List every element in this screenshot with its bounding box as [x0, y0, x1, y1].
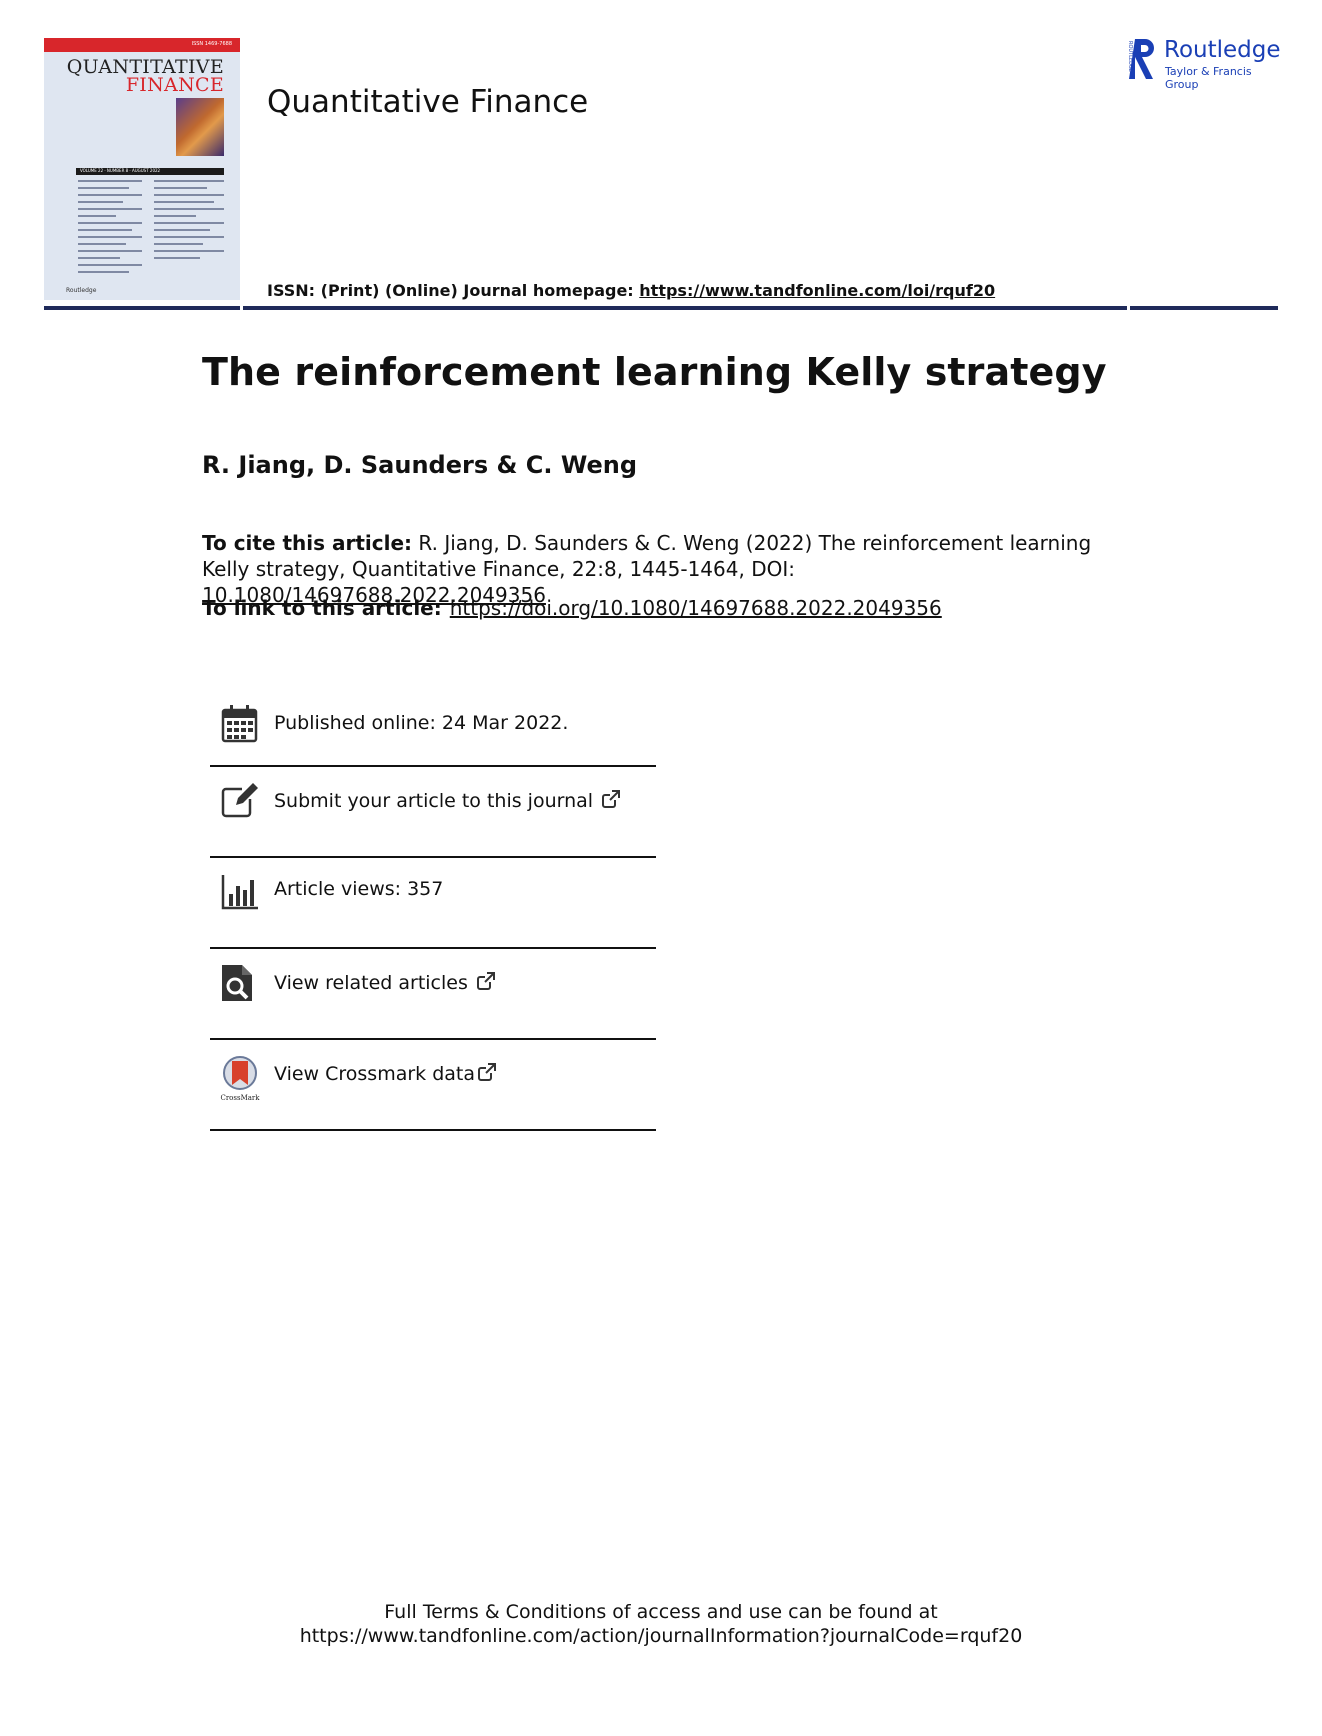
cover-contents-left: [78, 180, 142, 278]
external-link-icon: [602, 790, 621, 808]
submit-article-label: Submit your article to this journal: [274, 790, 594, 812]
published-date: Published online: 24 Mar 2022.: [274, 712, 569, 734]
cover-volume-text: VOLUME 22 · NUMBER 8 · AUGUST 2022: [80, 168, 161, 173]
cover-contents-right: [154, 180, 224, 264]
cover-publisher: Routledge: [66, 287, 97, 294]
published-row: Published online: 24 Mar 2022.: [210, 676, 656, 767]
article-info-list: Published online: 24 Mar 2022. Submit yo…: [210, 676, 656, 1131]
related-articles-label: View related articles: [274, 972, 468, 994]
issn-label: ISSN: (Print) (Online) Journal homepage:: [267, 281, 640, 300]
routledge-group: Taylor & Francis Group: [1165, 65, 1252, 91]
cite-label: To cite this article:: [202, 531, 413, 555]
cover-title-line2: FINANCE: [125, 74, 224, 96]
routledge-r-icon: ROUTLEDGE: [1127, 39, 1154, 79]
header-divider: [44, 306, 1278, 310]
bar-chart-icon: [221, 875, 258, 910]
article-views: Article views: 357: [274, 878, 444, 900]
routledge-name: Routledge: [1164, 37, 1281, 63]
cover-image: [176, 98, 224, 156]
calendar-icon: [221, 705, 258, 743]
document-search-icon: [222, 965, 252, 1001]
routledge-logo: ROUTLEDGE Routledge Taylor & Francis Gro…: [1127, 37, 1287, 91]
cover-issn: ISSN 1469-7688: [191, 41, 232, 47]
terms-footer: Full Terms & Conditions of access and us…: [0, 1600, 1322, 1648]
cover-volume-bar: VOLUME 22 · NUMBER 8 · AUGUST 2022: [76, 168, 224, 175]
crossmark-icon: CrossMark: [220, 1056, 260, 1102]
routledge-vertical-text: ROUTLEDGE: [1127, 41, 1133, 72]
related-articles-link[interactable]: View related articles: [274, 971, 496, 994]
submit-row[interactable]: Submit your article to this journal: [210, 767, 656, 858]
external-link-icon: [478, 1063, 497, 1081]
terms-line1: Full Terms & Conditions of access and us…: [384, 1601, 938, 1623]
journal-title: Quantitative Finance: [267, 84, 589, 120]
crossmark-link[interactable]: View Crossmark data: [274, 1062, 497, 1085]
link-label: To link to this article:: [202, 596, 442, 620]
submit-article-link[interactable]: Submit your article to this journal: [274, 789, 621, 812]
article-title: The reinforcement learning Kelly strateg…: [202, 350, 1107, 394]
journal-cover-thumbnail: ISSN 1469-7688 QUANTITATIVE FINANCE VOLU…: [44, 38, 240, 300]
crossmark-row[interactable]: CrossMark View Crossmark data: [210, 1040, 656, 1131]
journal-homepage-link[interactable]: https://www.tandfonline.com/loi/rquf20: [639, 281, 995, 300]
related-row[interactable]: View related articles: [210, 949, 656, 1040]
crossmark-caption: CrossMark: [220, 1094, 260, 1102]
article-doi-url-link[interactable]: https://doi.org/10.1080/14697688.2022.20…: [450, 596, 942, 620]
views-row: Article views: 357: [210, 858, 656, 949]
terms-url[interactable]: https://www.tandfonline.com/action/journ…: [0, 1624, 1322, 1648]
issn-line: ISSN: (Print) (Online) Journal homepage:…: [267, 281, 995, 300]
article-authors: R. Jiang, D. Saunders & C. Weng: [202, 451, 637, 479]
edit-icon: [221, 783, 258, 818]
article-link-line: To link to this article: https://doi.org/…: [202, 596, 942, 620]
crossmark-label: View Crossmark data: [274, 1063, 476, 1085]
external-link-icon: [476, 972, 495, 990]
